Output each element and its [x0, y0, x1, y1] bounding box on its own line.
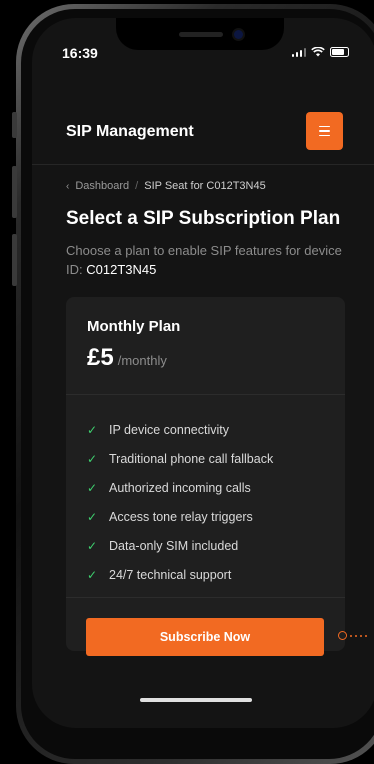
check-icon: ✓ [87, 480, 98, 495]
feature-item: ✓ Data-only SIM included [87, 531, 273, 560]
breadcrumb-dashboard-link[interactable]: Dashboard [75, 180, 129, 192]
check-icon: ✓ [87, 538, 98, 553]
feature-item: ✓ Authorized incoming calls [87, 473, 273, 502]
app-title: SIP Management [66, 123, 194, 140]
feature-label: Access tone relay triggers [109, 509, 253, 524]
volume-up-button [12, 166, 17, 218]
feature-label: Traditional phone call fallback [109, 451, 274, 466]
breadcrumb: ‹ Dashboard / SIP Seat for C012T3N45 [66, 180, 266, 192]
divider [66, 597, 345, 598]
chevron-left-icon: ‹ [66, 180, 70, 192]
notch [116, 18, 284, 50]
callout-connector [338, 631, 367, 640]
speaker-grille [179, 32, 223, 37]
feature-item: ✓ Traditional phone call fallback [87, 444, 273, 473]
price-row: £5 /monthly [87, 344, 167, 372]
page-subtitle: Choose a plan to enable SIP features for… [66, 241, 356, 279]
feature-label: Data-only SIM included [109, 538, 239, 553]
status-time: 16:39 [62, 45, 98, 61]
check-icon: ✓ [87, 451, 98, 466]
plan-card: Monthly Plan £5 /monthly ✓ IP device conn… [66, 297, 345, 651]
subscribe-now-button[interactable]: Subscribe Now [86, 618, 324, 656]
front-camera [234, 30, 243, 39]
check-icon: ✓ [87, 422, 98, 437]
feature-label: 24/7 technical support [109, 567, 232, 582]
feature-item: ✓ 24/7 technical support [87, 560, 273, 589]
breadcrumb-separator: / [135, 180, 139, 192]
breadcrumb-current: SIP Seat for C012T3N45 [144, 180, 266, 192]
check-icon: ✓ [87, 509, 98, 524]
hamburger-menu-icon[interactable] [306, 112, 343, 150]
feature-item: ✓ IP device connectivity [87, 415, 273, 444]
divider [66, 394, 345, 395]
plan-period: /monthly [117, 353, 167, 368]
silent-switch [12, 112, 17, 138]
feature-list: ✓ IP device connectivity ✓ Traditional pho… [87, 415, 273, 589]
wifi-icon [311, 47, 325, 57]
app-header: SIP Management [32, 108, 374, 165]
check-icon: ✓ [87, 567, 98, 582]
status-icons [291, 47, 349, 57]
page-title: Select a SIP Subscription Plan [66, 208, 341, 229]
signal-icon [291, 48, 306, 57]
feature-item: ✓ Access tone relay triggers [87, 502, 273, 531]
volume-down-button [12, 234, 17, 286]
plan-price: £5 [87, 344, 114, 371]
device-id: C012T3N45 [86, 262, 157, 277]
feature-label: IP device connectivity [109, 422, 229, 437]
feature-label: Authorized incoming calls [109, 480, 251, 495]
plan-name: Monthly Plan [87, 318, 181, 335]
home-indicator [140, 698, 252, 702]
battery-icon [330, 47, 349, 57]
